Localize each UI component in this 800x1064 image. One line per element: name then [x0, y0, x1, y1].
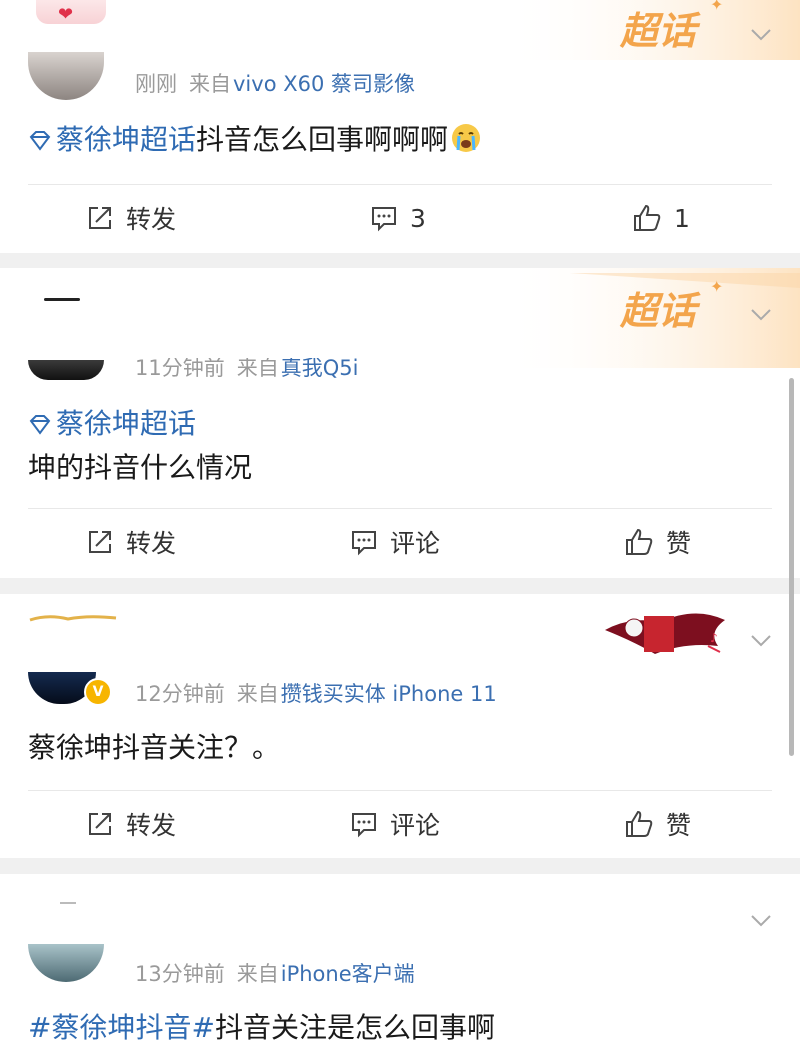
- avatar-frame: [44, 298, 80, 301]
- scrollbar[interactable]: [789, 378, 794, 756]
- repost-label: 转发: [126, 205, 177, 234]
- repost-button[interactable]: 转发: [86, 794, 176, 854]
- super-topic-link[interactable]: 蔡徐坤超话: [28, 123, 196, 156]
- post-meta: 12分钟前 来自攒钱买实体 iPhone 11: [135, 678, 509, 708]
- post-time: 11分钟前: [135, 356, 225, 380]
- thumbs-up-icon: [626, 528, 653, 555]
- topic-line: 蔡徐坤超话: [28, 402, 196, 442]
- banner-label: 超话: [619, 289, 701, 333]
- topic-label: 蔡徐坤超话: [56, 123, 197, 156]
- like-button[interactable]: 赞: [624, 512, 691, 572]
- card-decoration: ♪: [600, 602, 730, 660]
- source-prefix: 来自: [236, 962, 279, 986]
- post-body: 坤的抖音什么情况: [28, 451, 253, 484]
- post-card[interactable]: 13分钟前 来自iPhone客户端 #蔡徐坤抖音#抖音关注是怎么回事啊: [0, 874, 800, 1064]
- diamond-icon: [29, 131, 51, 151]
- thumbs-up-icon: [626, 810, 653, 837]
- post-card[interactable]: 超话 ✦ 11分钟前 来自真我Q5i 蔡徐坤超话 坤的抖音什么情况 转发 评论 赞: [0, 268, 800, 578]
- post-text: 蔡徐坤超话抖音怎么回事啊啊啊: [28, 118, 482, 158]
- post-time: 12分钟前: [135, 682, 225, 706]
- avatar[interactable]: [28, 52, 104, 100]
- post-source[interactable]: vivo X60 蔡司影像: [233, 72, 415, 96]
- source-prefix: 来自: [189, 72, 231, 96]
- post-source[interactable]: 真我Q5i: [281, 358, 359, 380]
- action-bar: 转发 评论 赞: [0, 794, 800, 854]
- source-prefix: 来自: [236, 682, 279, 706]
- comment-icon: [352, 531, 376, 556]
- like-label: 赞: [666, 529, 692, 558]
- post-meta: 11分钟前 来自真我Q5i: [135, 356, 370, 382]
- avatar[interactable]: [28, 944, 104, 982]
- comment-count: 3: [410, 203, 426, 233]
- source-prefix: 来自: [236, 356, 279, 380]
- repost-label: 转发: [126, 811, 177, 840]
- post-text: #蔡徐坤抖音#抖音关注是怎么回事啊: [28, 1006, 495, 1046]
- banner-label: 超话: [619, 9, 701, 53]
- chevron-down-icon[interactable]: [750, 28, 772, 42]
- repost-button[interactable]: 转发: [86, 512, 176, 572]
- comment-button[interactable]: 3: [370, 188, 426, 248]
- share-icon: [89, 531, 111, 553]
- post-card[interactable]: 超话 ✦ ❤ 刚刚 来自vivo X60 蔡司影像 蔡徐坤超话抖音怎么回事啊啊啊 …: [0, 0, 800, 253]
- post-meta: 刚刚 来自vivo X60 蔡司影像: [135, 68, 427, 98]
- like-label: 赞: [666, 811, 692, 840]
- avatar[interactable]: [28, 360, 104, 380]
- like-button[interactable]: 1: [632, 188, 690, 248]
- verified-badge: V: [84, 678, 112, 706]
- comment-button[interactable]: 评论: [350, 794, 440, 854]
- chevron-down-icon[interactable]: [750, 308, 772, 322]
- comment-label: 评论: [390, 811, 441, 840]
- thumbs-up-icon: [634, 204, 661, 231]
- chevron-down-icon[interactable]: [750, 634, 772, 648]
- share-icon: [89, 207, 111, 229]
- action-bar: 转发 评论 赞: [0, 512, 800, 572]
- diamond-icon: [29, 415, 51, 435]
- repost-button[interactable]: 转发: [86, 188, 176, 248]
- heart-icon: ❤: [58, 4, 74, 25]
- post-time: 刚刚: [135, 72, 177, 96]
- hashtag-link[interactable]: #蔡徐坤抖音#: [28, 1011, 215, 1044]
- post-meta: 13分钟前 来自iPhone客户端: [135, 962, 427, 988]
- like-count: 1: [674, 203, 690, 233]
- post-body: 抖音怎么回事啊啊啊: [196, 123, 449, 156]
- post-time: 13分钟前: [135, 962, 225, 986]
- post-source[interactable]: 攒钱买实体 iPhone 11: [281, 682, 497, 706]
- crying-emoji-icon: [452, 124, 481, 152]
- post-card[interactable]: ♪ V 12分钟前 来自攒钱买实体 iPhone 11 蔡徐坤抖音关注？。 转发 …: [0, 594, 800, 858]
- post-body: 抖音关注是怎么回事啊: [214, 1011, 495, 1044]
- divider: [28, 508, 772, 509]
- avatar-frame: [60, 902, 76, 904]
- decoration-icon: [29, 615, 117, 622]
- topic-label: 蔡徐坤超话: [56, 407, 197, 440]
- divider: [28, 790, 772, 791]
- share-icon: [89, 813, 111, 835]
- comment-icon: [372, 207, 396, 232]
- like-button[interactable]: 赞: [624, 794, 691, 854]
- post-source[interactable]: iPhone客户端: [281, 962, 415, 986]
- comment-button[interactable]: 评论: [350, 512, 440, 572]
- repost-label: 转发: [126, 529, 177, 558]
- comment-icon: [352, 813, 376, 838]
- svg-text:✦: ✦: [710, 0, 723, 14]
- post-body: 蔡徐坤抖音关注？。: [28, 731, 281, 764]
- comment-label: 评论: [390, 529, 441, 558]
- super-topic-link[interactable]: 蔡徐坤超话: [28, 407, 196, 440]
- svg-text:✦: ✦: [710, 277, 723, 296]
- chevron-down-icon[interactable]: [750, 914, 772, 928]
- svg-text:♪: ♪: [710, 631, 718, 645]
- action-bar: 转发 3 1: [0, 188, 800, 248]
- divider: [28, 184, 772, 185]
